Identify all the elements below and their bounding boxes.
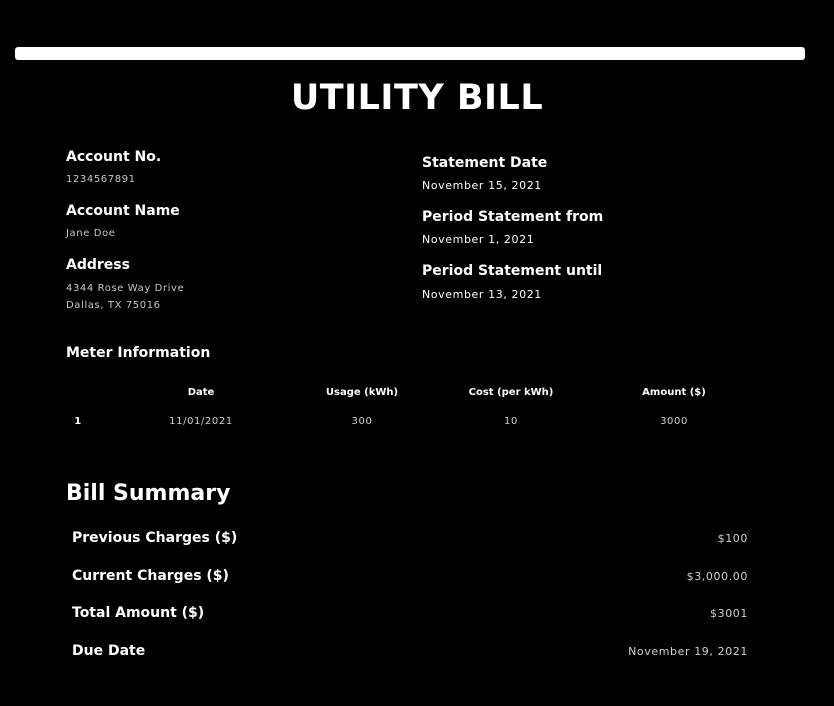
account-number-value: 1234567891 — [66, 174, 136, 185]
period-from-label: Period Statement from — [422, 209, 604, 225]
header-bar — [15, 47, 805, 60]
address-line-1: 4344 Rose Way Drive — [66, 283, 185, 294]
bill-summary-title: Bill Summary — [66, 481, 231, 506]
statement-date-label: Statement Date — [422, 155, 548, 171]
address-line-2: Dallas, TX 75016 — [66, 300, 161, 311]
document-title: UTILITY BILL — [290, 78, 544, 118]
period-until-value: November 13, 2021 — [422, 288, 542, 301]
period-from-value: November 1, 2021 — [422, 233, 535, 246]
due-date-label: Due Date — [72, 643, 146, 659]
meter-header-cost: Cost (per kWh) — [468, 387, 554, 398]
account-name-value: Jane Doe — [66, 228, 116, 239]
meter-header-amount: Amount ($) — [642, 387, 706, 398]
meter-row-usage: 300 — [351, 416, 373, 427]
period-until-label: Period Statement until — [422, 263, 603, 279]
previous-charges-label: Previous Charges ($) — [72, 530, 238, 546]
address-label: Address — [66, 257, 130, 273]
current-charges-label: Current Charges ($) — [72, 568, 229, 584]
total-amount-label: Total Amount ($) — [72, 605, 205, 621]
account-number-label: Account No. — [66, 149, 162, 165]
meter-header-usage: Usage (kWh) — [325, 387, 399, 398]
meter-row-index: 1 — [74, 416, 82, 427]
meter-row-date: 11/01/2021 — [169, 416, 233, 427]
due-date-value: November 19, 2021 — [628, 645, 748, 658]
meter-header-date: Date — [187, 387, 215, 398]
previous-charges-value: $100 — [717, 532, 748, 545]
meter-information-label: Meter Information — [66, 345, 211, 361]
meter-row-cost: 10 — [504, 416, 518, 427]
statement-date-value: November 15, 2021 — [422, 179, 542, 192]
account-name-label: Account Name — [66, 203, 180, 219]
current-charges-value: $3,000.00 — [686, 570, 748, 583]
meter-row-amount: 3000 — [660, 416, 688, 427]
total-amount-value: $3001 — [710, 607, 748, 620]
